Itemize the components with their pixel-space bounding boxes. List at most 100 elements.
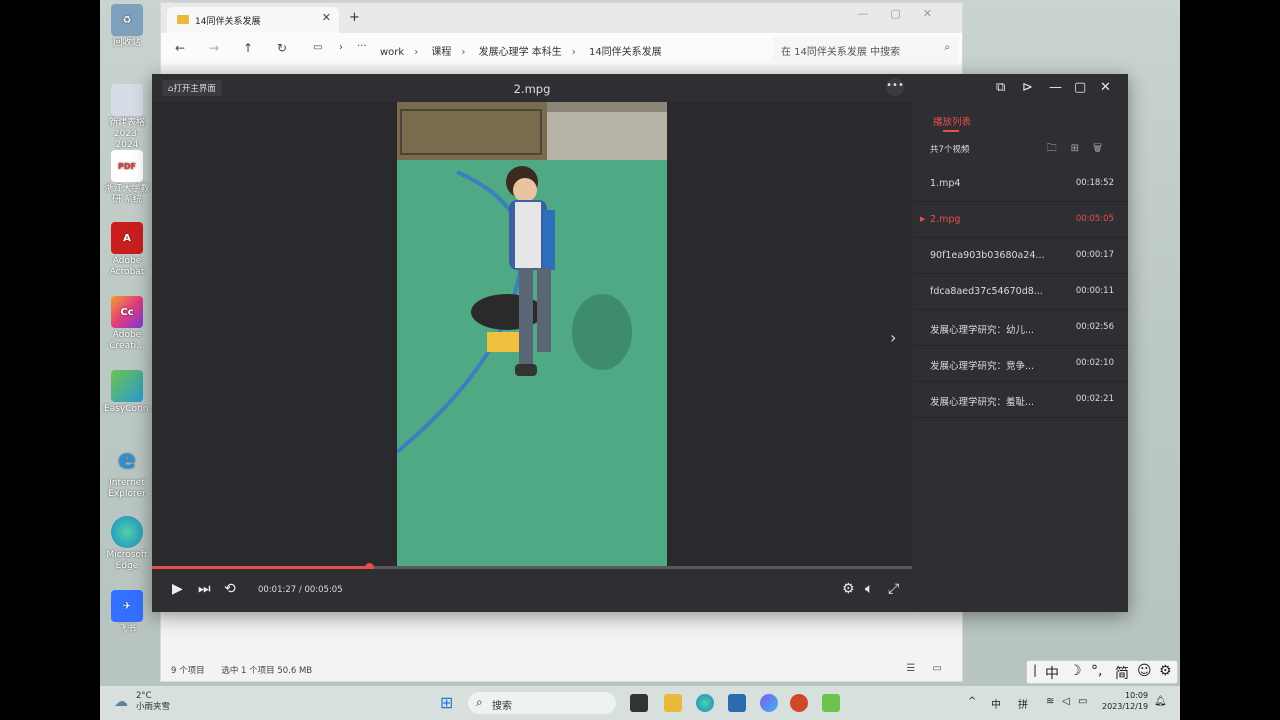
powerpoint-icon[interactable] — [790, 694, 808, 712]
desktop-icon-edge[interactable]: Microsoft Edge — [104, 516, 150, 572]
clock-time: 10:09 — [1125, 691, 1149, 700]
taskbar-search[interactable]: ⌕ 搜索 — [468, 692, 616, 714]
desktop-icon-acrobat[interactable]: A Adobe Acrobat — [104, 222, 150, 278]
ime-lang-toggle[interactable]: 中 — [1045, 663, 1059, 683]
playlist-tab[interactable]: 播放列表 — [933, 114, 971, 128]
desktop-icon-new-file[interactable]: 新建表格 2023-2024 — [104, 84, 150, 151]
maximize-icon[interactable]: ▢ — [1074, 80, 1086, 95]
video-viewport[interactable]: › — [152, 102, 912, 566]
emoji-icon[interactable]: ☺ — [1137, 663, 1152, 679]
easyconnect-icon — [111, 370, 143, 402]
desktop-icon-label: Adobe Creati... — [109, 330, 145, 351]
system-clock[interactable]: 10:09 2023/12/19 — [1102, 690, 1148, 712]
desktop-icon-pdf[interactable]: PDF 浙江大学教研 系统 — [104, 150, 150, 206]
breadcrumb-item[interactable]: work — [380, 47, 404, 58]
ime-mode[interactable]: 拼 — [1018, 696, 1028, 711]
playlist-item[interactable]: 发展心理学研究：幼儿... 00:02:56 — [913, 310, 1128, 346]
edge-icon[interactable] — [696, 694, 714, 712]
notification-icon[interactable]: 🔔︎ — [1154, 696, 1167, 707]
battery-icon[interactable]: ▭ — [1078, 696, 1087, 707]
playlist-item[interactable]: 发展心理学研究：竞争... 00:02:10 — [913, 346, 1128, 382]
close-icon[interactable]: ✕ — [1100, 80, 1111, 95]
acrobat-icon: A — [111, 222, 143, 254]
playlist-item[interactable]: ▶ 2.mpg 00:05:05 — [913, 202, 1128, 238]
close-icon[interactable]: ✕ — [923, 7, 954, 20]
breadcrumb-item[interactable]: 课程 — [431, 47, 451, 58]
desktop-icon-easyconnect[interactable]: EasyConn... — [104, 370, 157, 415]
desktop-icon-label: 飞书 — [117, 624, 136, 634]
chevron-right-icon[interactable]: › — [890, 328, 896, 347]
details-view-icon[interactable]: ☰ — [906, 663, 915, 674]
punctuation-icon[interactable]: °, — [1091, 663, 1102, 679]
start-icon[interactable]: ⊞ — [440, 693, 453, 712]
playlist-item[interactable]: fdca8aed37c54670d8... 00:00:11 — [913, 274, 1128, 310]
desktop-icon-creative-cloud[interactable]: Cc Adobe Creati... — [104, 296, 150, 352]
ime-handle[interactable]: | — [1033, 663, 1037, 677]
volume-icon[interactable]: 🔈︎ — [865, 581, 873, 597]
task-view-icon[interactable] — [630, 694, 648, 712]
more-paths-icon[interactable]: ··· — [357, 41, 367, 52]
fullscreen-icon[interactable]: ⤢ — [888, 581, 899, 597]
mini-mode-icon[interactable]: ⧉ — [996, 80, 1005, 95]
chevron-up-icon[interactable]: ^ — [968, 696, 976, 707]
playlist-item[interactable]: 发展心理学研究：羞耻... 00:02:21 — [913, 382, 1128, 418]
volume-icon[interactable]: ◁ — [1062, 696, 1070, 707]
this-pc-icon[interactable]: ▭ — [313, 42, 322, 53]
open-folder-icon[interactable]: 🗀 — [1047, 143, 1071, 154]
store-icon[interactable] — [728, 694, 746, 712]
breadcrumb-item[interactable]: 发展心理学 本科生 — [479, 47, 562, 58]
refresh-icon[interactable]: ↻ — [277, 41, 287, 55]
desktop-icon-feishu[interactable]: ✈ 飞书 — [104, 590, 150, 635]
explorer-tab-bar: 14同伴关系发展 ✕ + —▢✕ — [161, 3, 962, 33]
half-width-icon[interactable]: ☽ — [1069, 663, 1082, 679]
open-main-ui-button[interactable]: ⌂打开主界面 — [162, 80, 222, 96]
explorer-address-bar: ← → ↑ ↻ ▭ › ··· work › 课程 › 发展心理学 本科生 › 14同… — [161, 33, 962, 65]
edge-icon — [111, 516, 143, 548]
wifi-icon[interactable]: ≋ — [1046, 696, 1054, 707]
playlist-item-duration: 00:00:17 — [1075, 250, 1114, 260]
weather-widget[interactable]: 2°C 小雨夹雪 — [136, 691, 170, 713]
maximize-icon[interactable]: ▢ — [890, 7, 922, 20]
desktop-icon-recycle-bin[interactable]: ♻ 回收站 — [104, 4, 150, 49]
explorer-tab[interactable]: 14同伴关系发展 ✕ — [167, 7, 339, 33]
settings-icon[interactable]: ⚙ — [842, 581, 855, 597]
new-tab-button[interactable]: + — [349, 10, 360, 25]
gear-icon[interactable]: ⚙ — [1159, 663, 1172, 679]
desktop-icon-label: Microsoft Edge — [106, 550, 148, 571]
video-player-app-icon[interactable] — [822, 694, 840, 712]
desktop-icon-ie[interactable]: e Internet Explorer — [104, 444, 150, 500]
simplified-toggle[interactable]: 简 — [1115, 663, 1129, 683]
more-options-button[interactable]: ••• — [886, 78, 904, 96]
player-controls: ▶ ⏭ ⟲ 00:01:27 / 00:05:05 ⚙ 🔈︎ ⤢ — [152, 569, 912, 612]
creative-cloud-icon: Cc — [111, 296, 143, 328]
minimize-icon[interactable]: — — [1049, 80, 1062, 95]
copilot-icon[interactable] — [760, 694, 778, 712]
loop-mode-icon[interactable]: ⟲ — [224, 581, 236, 597]
playlist-item[interactable]: 90f1ea903b03680a24... 00:00:17 — [913, 238, 1128, 274]
desktop-icon-label: 新建表格 2023-2024 — [108, 118, 145, 150]
playlist-item-name: 发展心理学研究：羞耻... — [930, 397, 1035, 408]
ime-language[interactable]: 中 — [991, 696, 1001, 711]
breadcrumb-item[interactable]: 14同伴关系发展 — [589, 47, 662, 58]
up-arrow-icon[interactable]: ↑ — [243, 41, 253, 55]
playlist-item[interactable]: 1.mp4 00:18:52 — [913, 166, 1128, 202]
tiles-view-icon[interactable]: ▭ — [933, 663, 942, 674]
next-track-icon[interactable]: ⏭ — [198, 581, 211, 597]
weather-icon: ☁ — [114, 694, 128, 710]
back-arrow-icon[interactable]: ← — [175, 41, 185, 55]
play-icon[interactable]: ▶ — [172, 581, 183, 597]
trash-icon[interactable]: 🗑 — [1093, 143, 1116, 154]
explorer-search-input[interactable]: 在 14同伴关系发展 中搜索 ⌕ — [773, 37, 958, 61]
desktop-icon-label: Adobe Acrobat — [109, 256, 145, 277]
desktop-icon-label: 浙江大学教研 系统 — [104, 184, 150, 205]
add-file-icon[interactable]: ⊞ — [1071, 143, 1093, 154]
minimize-icon[interactable]: — — [857, 7, 890, 20]
close-tab-icon[interactable]: ✕ — [322, 11, 331, 24]
playlist-item-name: 1.mp4 — [930, 178, 961, 189]
playlist-item-name: 发展心理学研究：幼儿... — [930, 325, 1035, 336]
file-explorer-icon[interactable] — [664, 694, 682, 712]
playlist-item-name: 90f1ea903b03680a24... — [930, 250, 1045, 261]
forward-arrow-icon[interactable]: → — [209, 41, 219, 55]
chevron-right-icon: › — [339, 42, 343, 53]
pin-icon[interactable]: ⊳ — [1022, 80, 1033, 95]
